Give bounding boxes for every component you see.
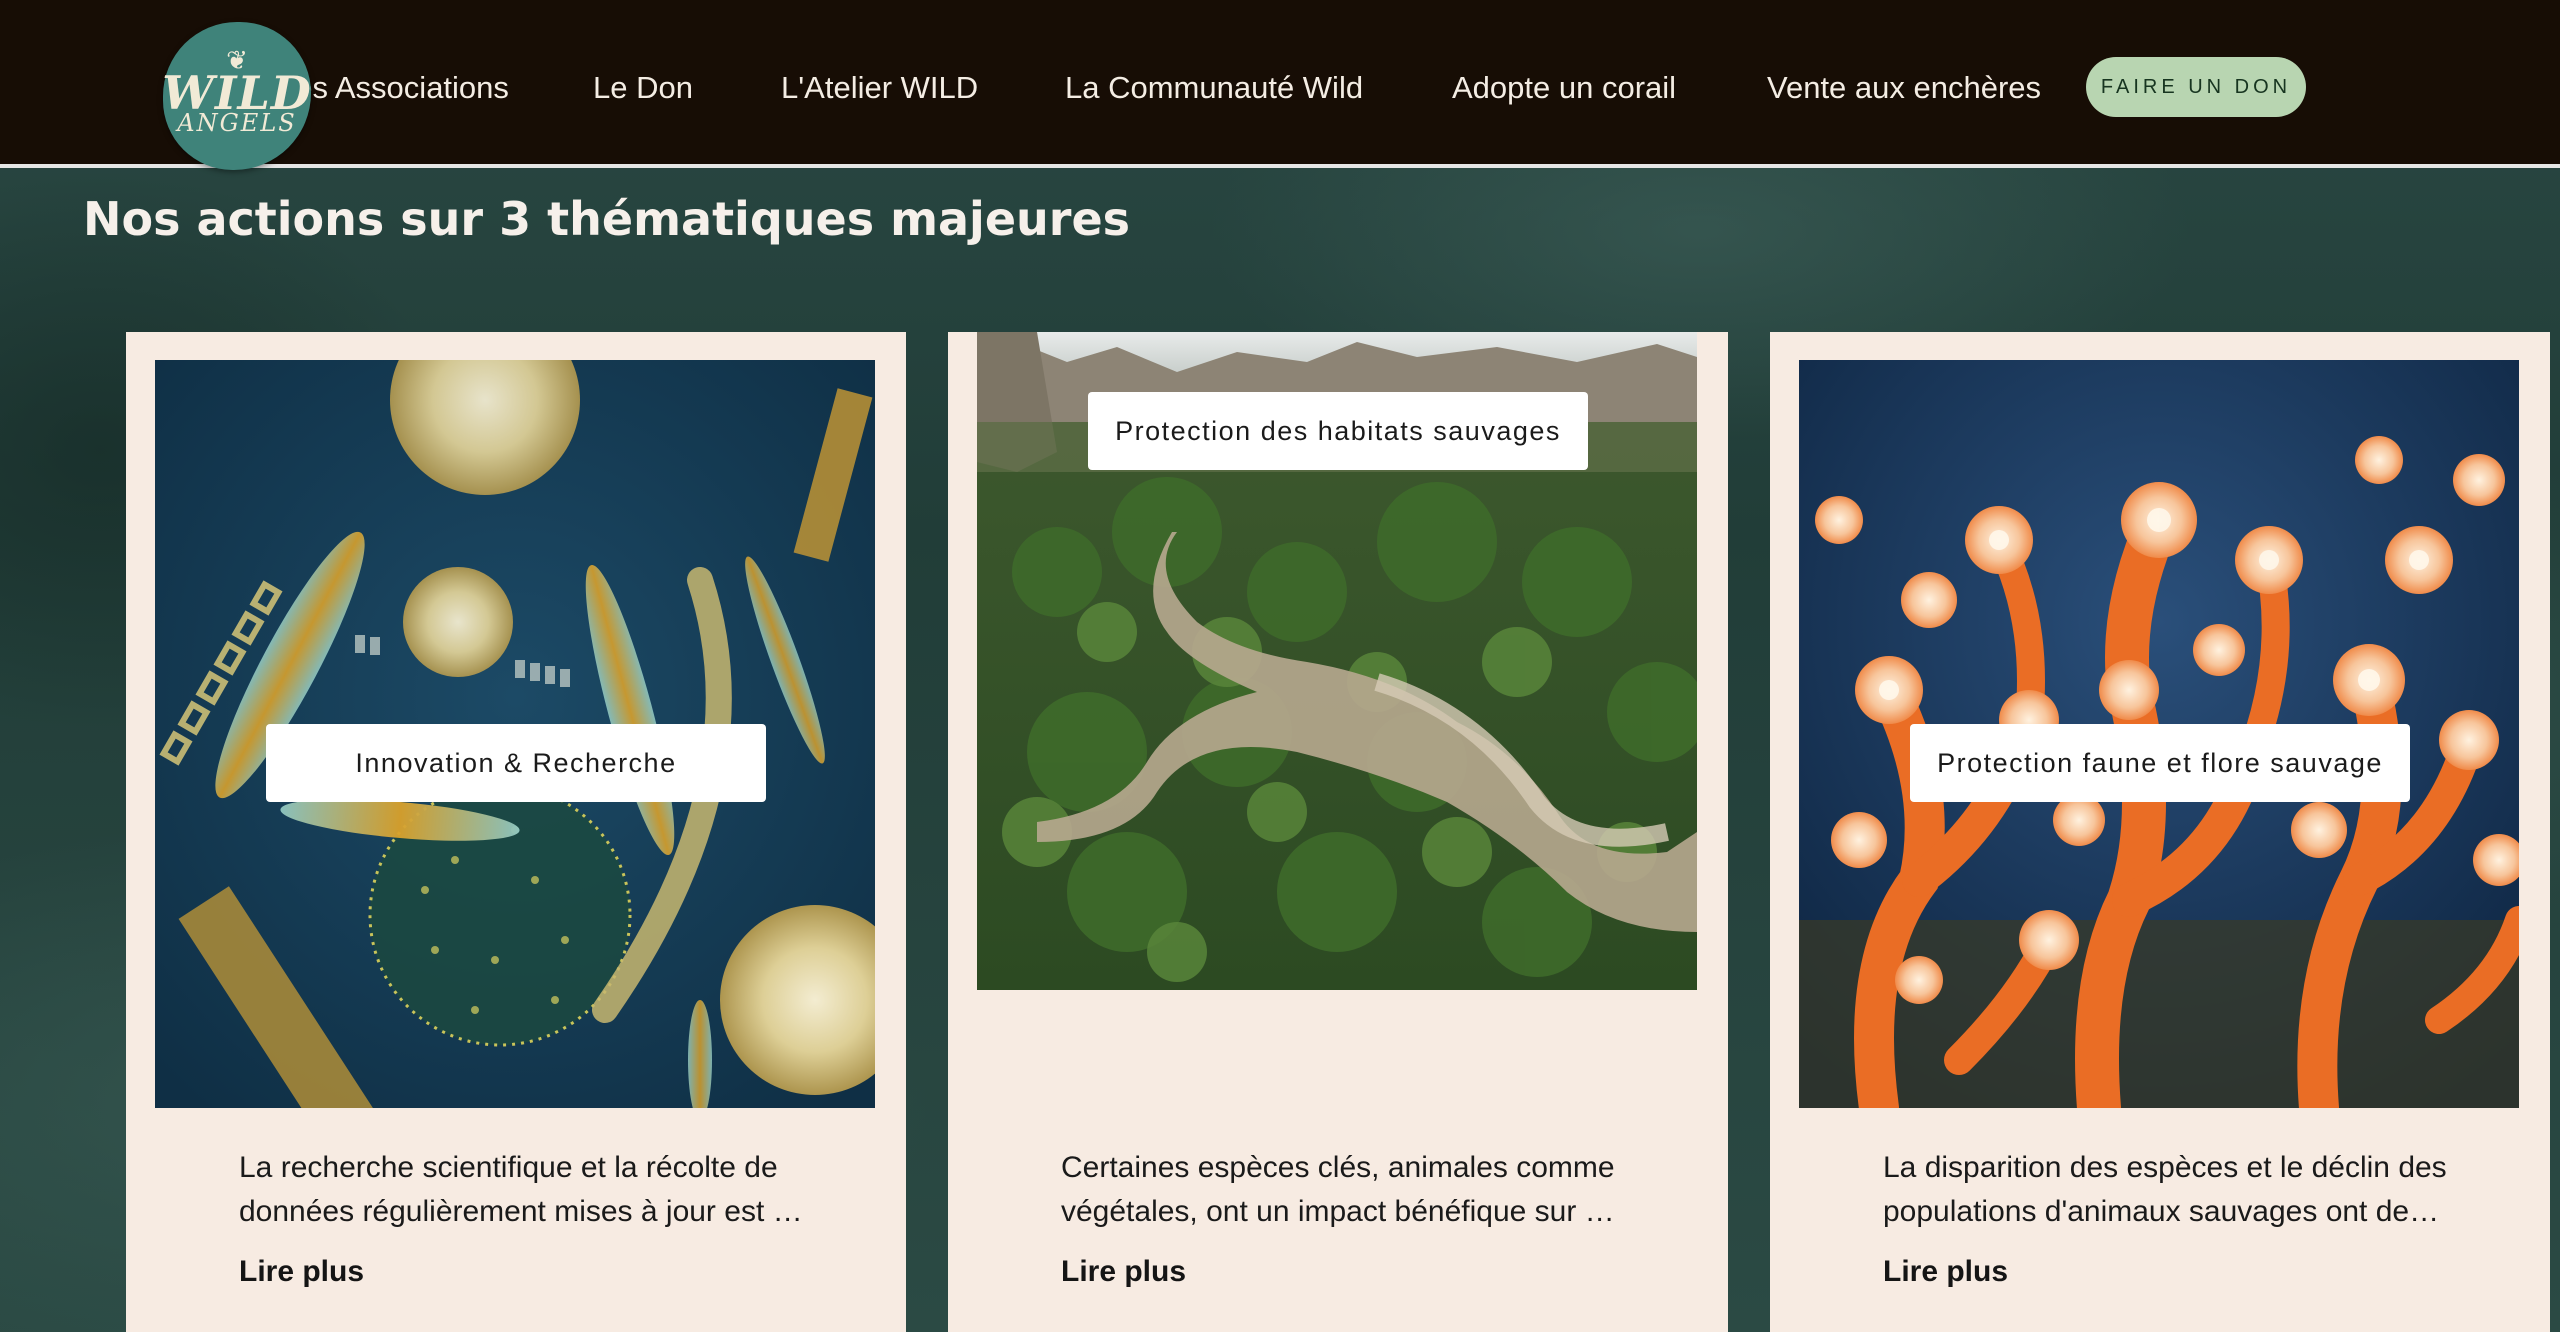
card-excerpt: La recherche scientifique et la récolte … xyxy=(239,1151,803,1228)
card-excerpt: La disparition des espèces et le déclin … xyxy=(1883,1151,2447,1228)
donate-button[interactable]: FAIRE UN DON xyxy=(2086,57,2306,117)
nav-item-adopte-un-corail[interactable]: Adopte un corail xyxy=(1452,68,1676,108)
nav-item-atelier-wild[interactable]: L'Atelier WILD xyxy=(781,68,978,108)
read-more-link[interactable]: Lire plus xyxy=(1883,1250,2008,1294)
nav-item-le-don[interactable]: Le Don xyxy=(593,68,693,108)
nav-item-communaute-wild[interactable]: La Communauté Wild xyxy=(1065,68,1363,108)
category-tag-faune-flore[interactable]: Protection faune et flore sauvage xyxy=(1910,724,2410,802)
card-innovation-recherche[interactable]: Innovation & Recherche La recherche scie… xyxy=(126,332,906,1332)
nav-item-vente-aux-encheres[interactable]: Vente aux enchères xyxy=(1767,68,2041,108)
read-more-link[interactable]: Lire plus xyxy=(239,1250,364,1294)
card-excerpt: Certaines espèces clés, animales comme v… xyxy=(1061,1151,1615,1228)
nav-item-associations[interactable]: Les Associations xyxy=(278,68,509,108)
category-tag-innovation[interactable]: Innovation & Recherche xyxy=(266,724,766,802)
site-header: Les Associations Le Don L'Atelier WILD L… xyxy=(0,0,2560,168)
section-title: Nos actions sur 3 thématiques majeures xyxy=(83,192,1131,246)
read-more-link[interactable]: Lire plus xyxy=(1061,1250,1186,1294)
card-protection-faune-flore[interactable]: Protection faune et flore sauvage La dis… xyxy=(1770,332,2550,1332)
category-tag-habitats[interactable]: Protection des habitats sauvages xyxy=(1088,392,1588,470)
card-protection-habitats[interactable]: Protection des habitats sauvages Certain… xyxy=(948,332,1728,1332)
logo-word-angels: ANGELS xyxy=(177,109,297,137)
